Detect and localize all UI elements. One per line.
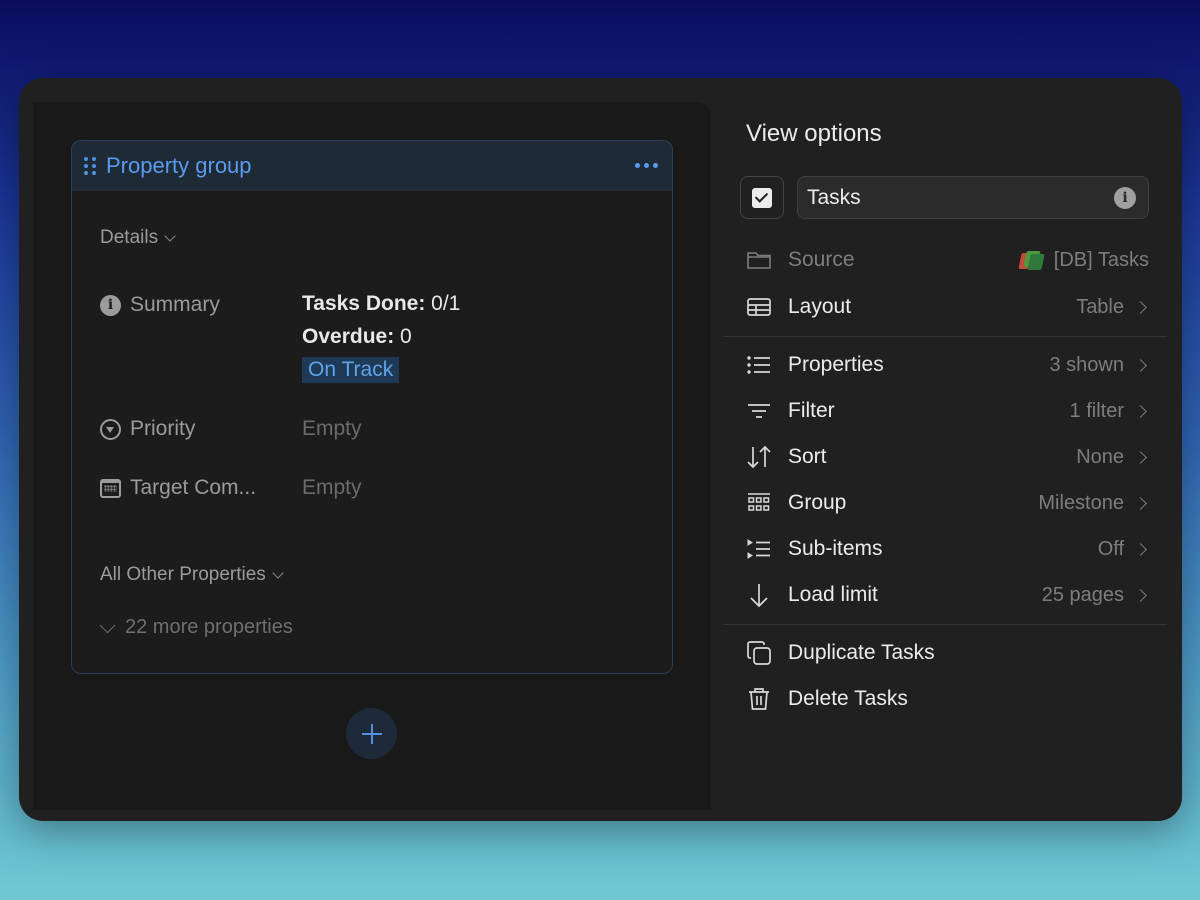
table-icon [746,294,772,320]
chevron-right-icon [1134,358,1147,372]
details-section-toggle[interactable]: Details [100,227,176,249]
other-properties-toggle[interactable]: All Other Properties [100,564,284,586]
view-icon-button[interactable] [740,176,784,219]
option-layout[interactable]: Layout Table [746,290,1149,324]
arrow-down-icon [746,582,772,608]
page-canvas: Property group Details i Summary Tasks D… [33,102,711,810]
panel-title: View options [746,120,882,147]
chevron-right-icon [1134,404,1147,418]
property-name: i Summary [100,293,302,317]
divider [724,624,1167,625]
chevron-right-icon [1134,588,1147,602]
layout-value: Table [1076,295,1124,318]
property-row-target[interactable]: Target Com... Empty [100,476,362,500]
list-icon [746,352,772,378]
property-row-summary[interactable]: i Summary Tasks Done: 0/1 Overdue: 0 On … [100,287,460,386]
more-properties-toggle[interactable]: 22 more properties [99,616,293,639]
trash-icon [746,686,772,712]
overdue-value: 0 [400,325,412,348]
property-group-card: Property group Details i Summary Tasks D… [71,140,673,674]
option-properties[interactable]: Properties 3 shown [746,348,1149,382]
status-badge: On Track [302,357,400,383]
plus-icon [361,723,382,744]
option-source: Source [DB] Tasks [746,243,1149,277]
filter-value: 1 filter [1069,399,1124,422]
delete-view-button[interactable]: Delete Tasks [746,682,1149,716]
group-value: Milestone [1038,491,1124,514]
view-name-input[interactable] [797,176,1149,219]
target-value[interactable]: Empty [302,476,362,500]
source-value-text: [DB] Tasks [1053,248,1149,271]
group-icon [746,490,772,516]
priority-label: Priority [130,417,196,440]
source-value: [DB] Tasks [1018,249,1149,272]
sort-icon [746,444,772,470]
chevron-right-icon [1134,496,1147,510]
more-properties-label: 22 more properties [125,616,293,638]
filter-icon [746,398,772,424]
duplicate-label: Duplicate Tasks [788,641,935,664]
select-icon [100,418,121,440]
subitems-label: Sub-items [788,537,883,560]
chevron-down-icon [99,617,116,633]
app-window: Property group Details i Summary Tasks D… [19,78,1182,821]
chevron-right-icon [1134,450,1147,464]
chevron-right-icon [1134,300,1147,314]
calendar-icon [100,478,121,498]
view-options-panel: View options i Source [DB] Tasks L [724,78,1182,821]
database-icon [1018,249,1045,270]
option-load-limit[interactable]: Load limit 25 pages [746,578,1149,612]
option-group[interactable]: Group Milestone [746,486,1149,520]
folder-icon [746,247,772,273]
source-label: Source [788,248,855,271]
load-limit-value: 25 pages [1041,583,1124,606]
chevron-down-icon [164,229,176,242]
card-header: Property group [72,141,672,191]
option-sort[interactable]: Sort None [746,440,1149,474]
summary-label: Summary [130,293,220,316]
filter-label: Filter [788,399,835,422]
more-options-icon[interactable] [635,163,658,168]
chevron-right-icon [1134,542,1147,556]
checkbox-icon [752,187,772,208]
drag-handle-icon[interactable] [84,156,98,176]
delete-label: Delete Tasks [788,687,908,710]
overdue-label: Overdue: [302,325,395,348]
layout-label: Layout [788,295,852,318]
property-name: Target Com... [100,476,302,500]
summary-value: Tasks Done: 0/1 Overdue: 0 On Track [302,287,460,386]
card-title[interactable]: Property group [106,153,252,179]
subitems-value: Off [1097,537,1124,560]
property-name: Priority [100,417,302,441]
group-label: Group [788,491,847,514]
other-properties-label: All Other Properties [100,564,266,585]
sort-label: Sort [788,445,827,468]
priority-value[interactable]: Empty [302,417,362,441]
load-limit-label: Load limit [788,583,878,606]
option-subitems[interactable]: Sub-items Off [746,532,1149,566]
tasks-done-label: Tasks Done: [302,292,426,315]
tasks-done-value: 0/1 [431,292,461,315]
info-icon[interactable]: i [1114,187,1136,209]
chevron-down-icon [272,566,284,579]
subitems-icon [746,536,772,562]
info-icon: i [100,294,121,316]
property-row-priority[interactable]: Priority Empty [100,417,362,441]
divider [724,336,1167,337]
properties-value: 3 shown [1049,353,1125,376]
details-label: Details [100,227,159,248]
option-filter[interactable]: Filter 1 filter [746,394,1149,428]
duplicate-view-button[interactable]: Duplicate Tasks [746,636,1149,670]
target-label: Target Com... [130,476,257,499]
add-property-group-button[interactable] [346,708,397,759]
duplicate-icon [746,640,772,666]
properties-label: Properties [788,353,884,376]
sort-value: None [1076,445,1124,468]
